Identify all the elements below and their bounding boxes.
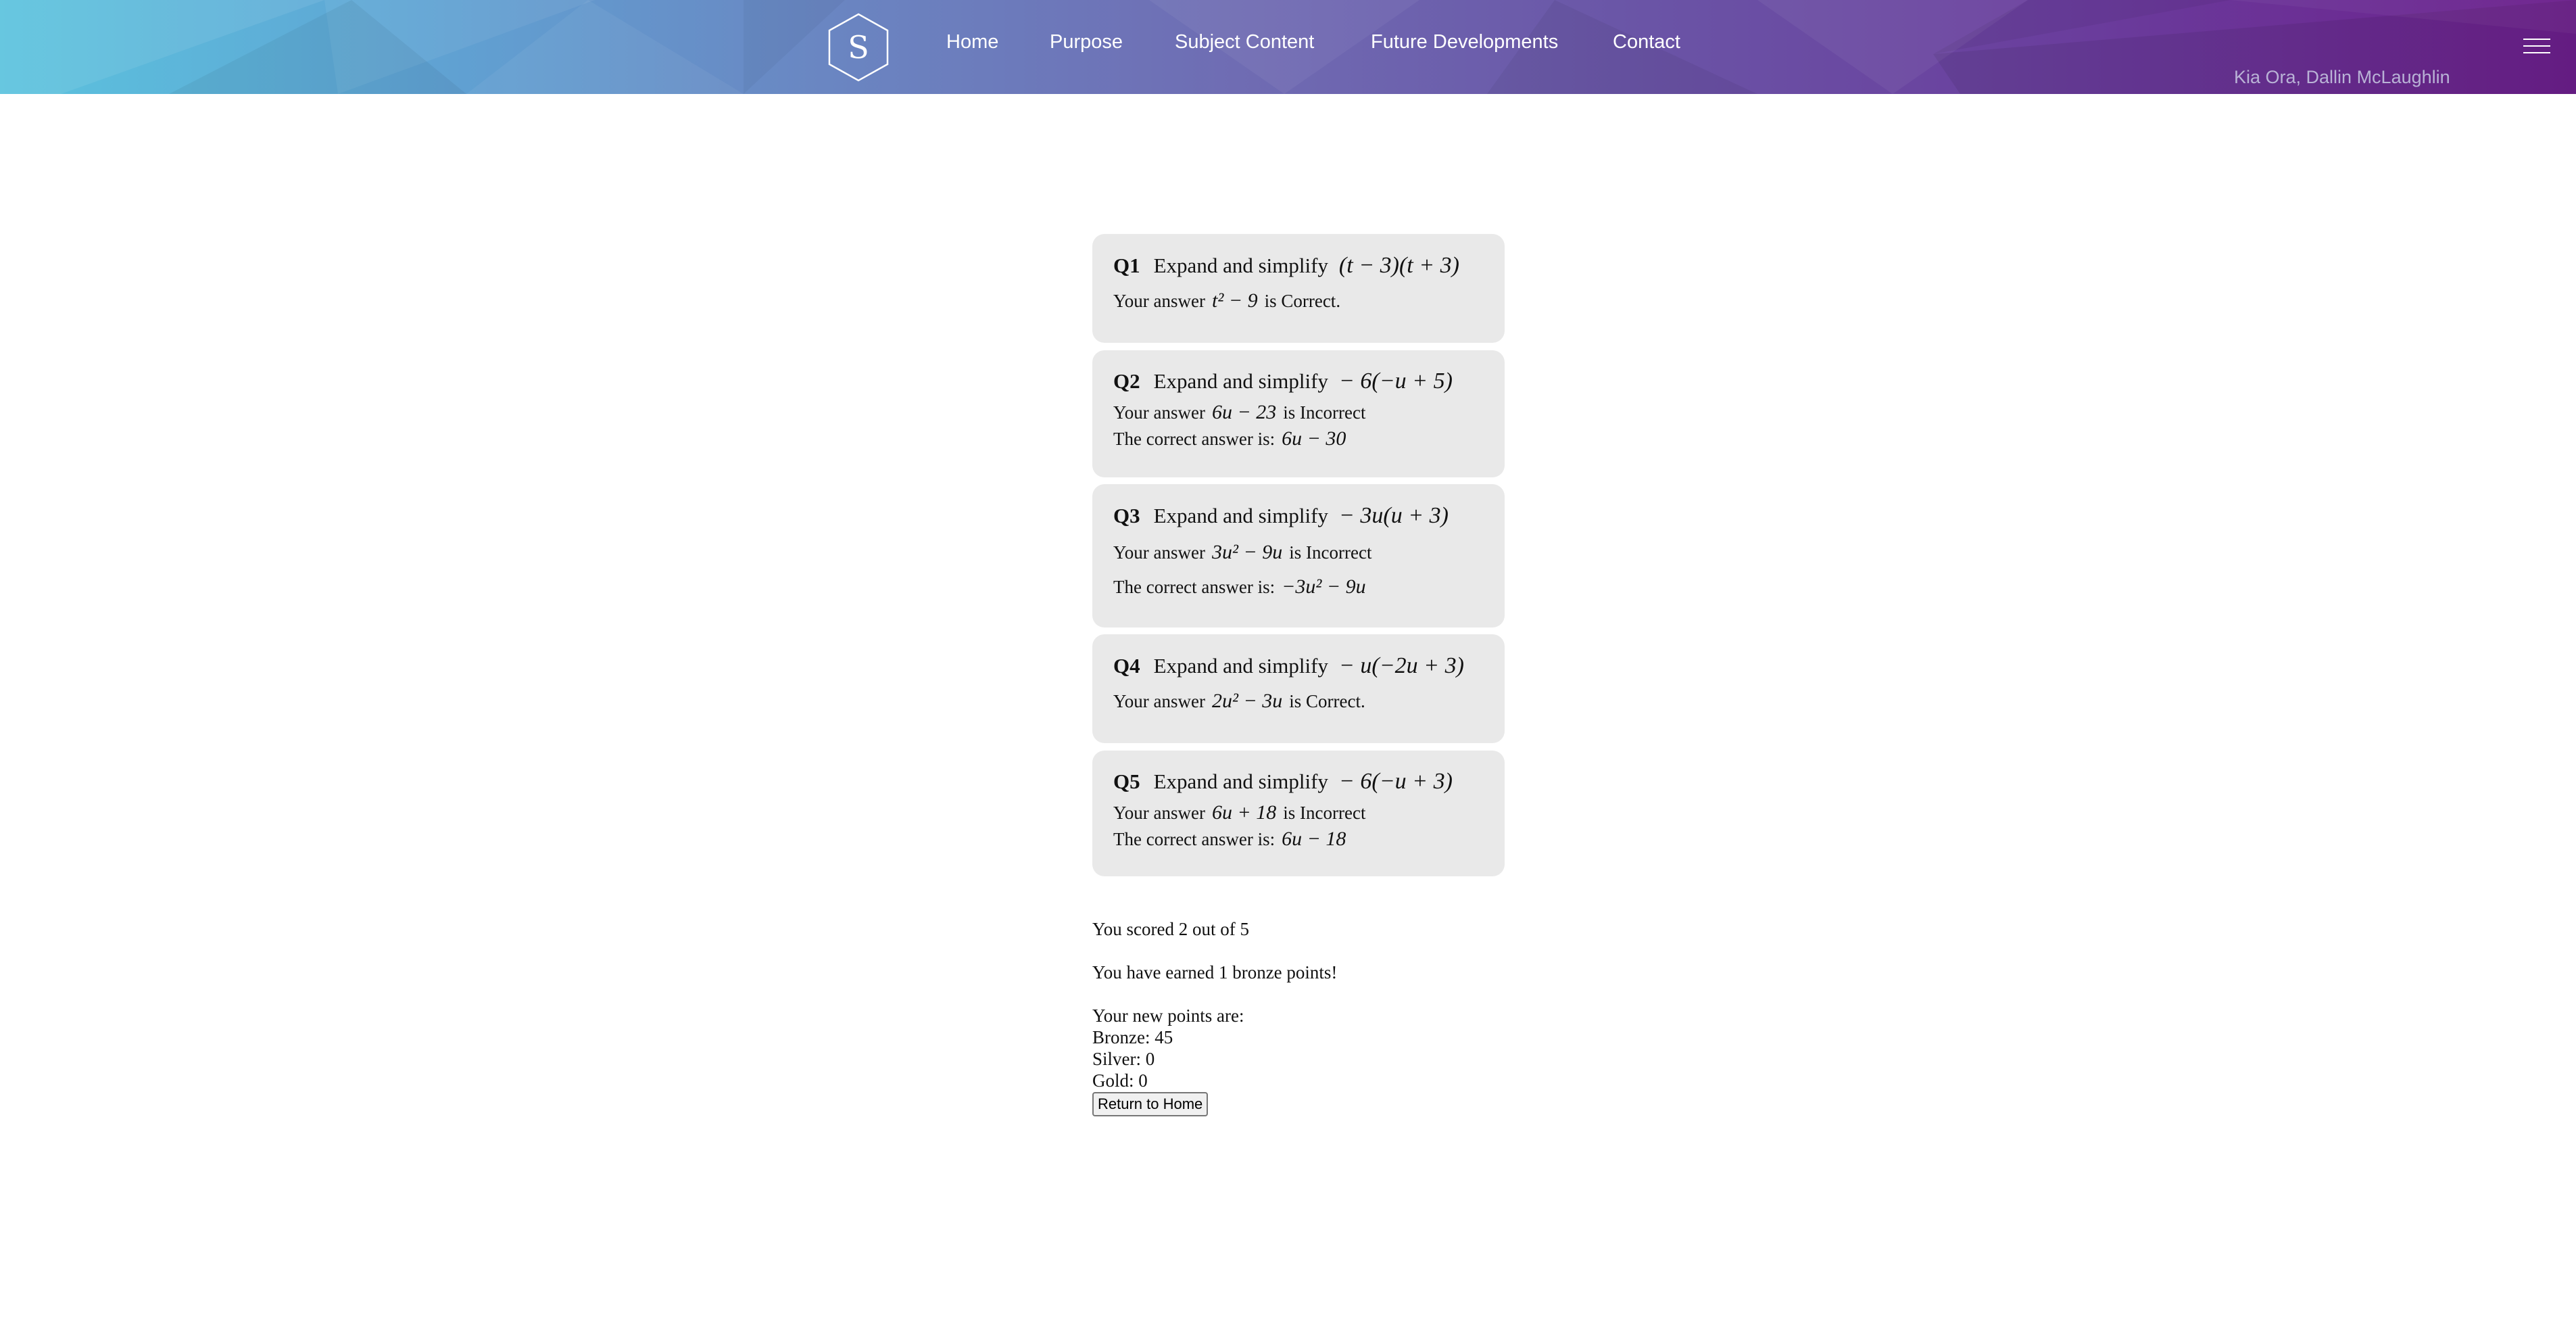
answer-verdict: is Correct. [1264, 291, 1341, 311]
answer-prefix: Your answer [1113, 291, 1206, 311]
nav-purpose[interactable]: Purpose [1050, 31, 1123, 53]
new-points-heading: Your new points are: [1092, 1005, 1244, 1026]
answer-prefix: Your answer [1113, 542, 1206, 563]
question-number: Q2 [1113, 369, 1140, 393]
question-expression: − 6(−u + 5) [1338, 369, 1453, 394]
nav-future-developments[interactable]: Future Developments [1371, 31, 1558, 53]
answer-prefix: Your answer [1113, 691, 1206, 711]
nav-contact[interactable]: Contact [1613, 31, 1680, 53]
gold-points: Gold: 0 [1092, 1070, 1148, 1091]
question-expression: − u(−2u + 3) [1338, 653, 1464, 678]
site-header: S Home Purpose Subject Content Future De… [0, 0, 2576, 94]
nav-subject-content[interactable]: Subject Content [1175, 31, 1314, 53]
answer-prefix: Your answer [1113, 402, 1206, 423]
score-summary: You scored 2 out of 5 [1092, 919, 1250, 939]
question-card-3: Q3 Expand and simplify − 3u(u + 3) Your an… [1092, 484, 1505, 628]
question-number: Q3 [1113, 504, 1140, 527]
hamburger-menu-icon[interactable] [2523, 37, 2550, 55]
question-expression: (t − 3)(t + 3) [1338, 253, 1459, 278]
question-card-1: Q1 Expand and simplify (t − 3)(t + 3) Your… [1092, 234, 1505, 343]
answer-verdict: is Correct. [1289, 691, 1365, 711]
correct-answer-label: The correct answer is: [1113, 429, 1275, 449]
question-expression: − 6(−u + 3) [1338, 769, 1453, 794]
user-answer: t² − 9 [1212, 289, 1258, 312]
question-card-4: Q4 Expand and simplify − u(−2u + 3) Your a… [1092, 634, 1505, 743]
question-number: Q1 [1113, 254, 1140, 277]
points-earned: You have earned 1 bronze points! [1092, 962, 1338, 982]
correct-answer: −3u² − 9u [1282, 575, 1366, 598]
answer-verdict: is Incorrect [1283, 803, 1366, 823]
site-logo[interactable]: S [826, 12, 891, 82]
question-number: Q4 [1113, 654, 1140, 678]
correct-answer: 6u − 30 [1282, 427, 1346, 450]
question-expression: − 3u(u + 3) [1338, 503, 1449, 528]
question-card-2: Q2 Expand and simplify − 6(−u + 5) Your an… [1092, 350, 1505, 477]
silver-points: Silver: 0 [1092, 1049, 1155, 1069]
answer-verdict: is Incorrect [1283, 402, 1366, 423]
question-prompt: Expand and simplify [1153, 769, 1328, 793]
bronze-points: Bronze: 45 [1092, 1027, 1173, 1047]
logo-letter: S [848, 29, 869, 66]
question-card-5: Q5 Expand and simplify − 6(−u + 3) Your an… [1092, 751, 1505, 876]
user-answer: 2u² − 3u [1212, 690, 1283, 712]
question-prompt: Expand and simplify [1153, 654, 1328, 678]
user-greeting: Kia Ora, Dallin McLaughlin [2234, 67, 2450, 87]
return-home-button[interactable]: Return to Home [1092, 1092, 1209, 1116]
user-answer: 6u + 18 [1212, 801, 1277, 824]
question-prompt: Expand and simplify [1153, 504, 1328, 527]
correct-answer-label: The correct answer is: [1113, 577, 1275, 597]
answer-verdict: is Incorrect [1289, 542, 1372, 563]
correct-answer: 6u − 18 [1282, 828, 1346, 850]
user-answer: 6u − 23 [1212, 401, 1277, 423]
question-number: Q5 [1113, 769, 1140, 793]
question-prompt: Expand and simplify [1153, 369, 1328, 393]
user-answer: 3u² − 9u [1212, 541, 1283, 563]
nav-home[interactable]: Home [946, 31, 998, 53]
answer-prefix: Your answer [1113, 803, 1206, 823]
question-prompt: Expand and simplify [1153, 254, 1328, 277]
correct-answer-label: The correct answer is: [1113, 829, 1275, 849]
